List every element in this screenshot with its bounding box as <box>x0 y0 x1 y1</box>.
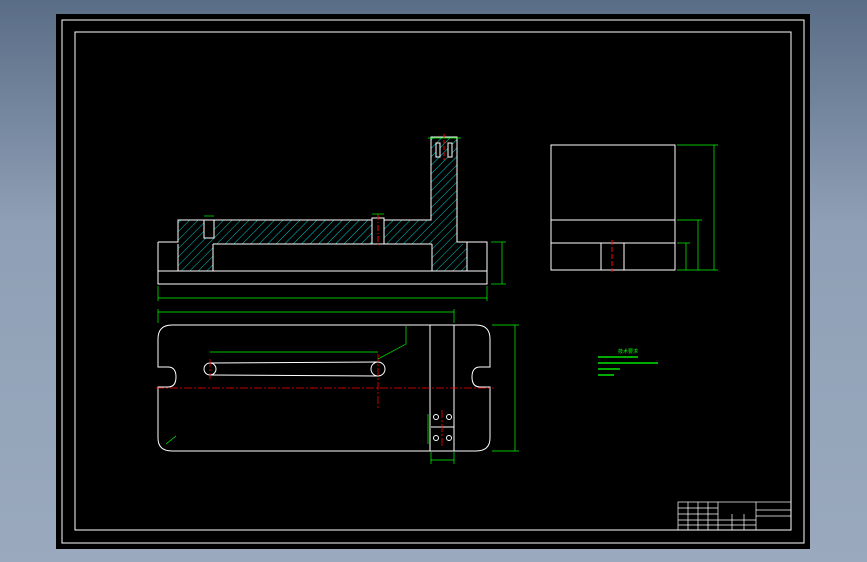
tech-req-title: 技术要求 <box>618 348 638 355</box>
inner-frame <box>74 31 792 531</box>
outer-frame <box>61 19 805 544</box>
drawing-viewport[interactable]: 技术要求 <box>56 14 810 549</box>
front-section-view <box>157 134 488 285</box>
title-block <box>677 501 792 531</box>
top-centerlines <box>156 354 494 446</box>
technical-requirements: 技术要求 <box>598 348 658 376</box>
side-view <box>550 144 676 272</box>
top-dimensions <box>157 309 519 464</box>
cad-drawing: 技术要求 <box>61 19 805 544</box>
side-dimensions <box>677 144 718 271</box>
